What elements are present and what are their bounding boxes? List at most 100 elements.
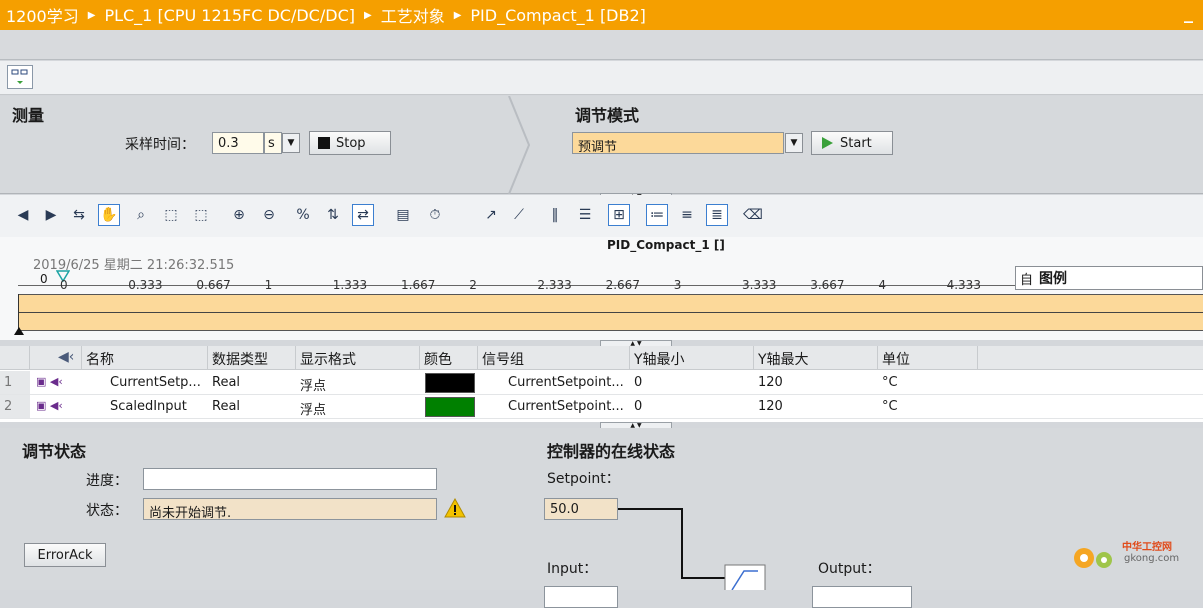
step-line-icon[interactable]: ⟋ [508, 204, 530, 226]
watermark-url: gkong.com [1124, 553, 1180, 564]
minimize-button[interactable]: _ [1184, 3, 1193, 24]
breadcrumb-plc[interactable]: PLC_1 [CPU 1215FC DC/DC/DC] [104, 6, 355, 25]
cell-ymax[interactable]: 120 [754, 395, 878, 419]
stop-square-icon [318, 137, 330, 149]
cell-type[interactable]: Real [208, 371, 296, 395]
cursor-anchor-icon [14, 327, 24, 335]
x-axis-100-icon[interactable]: ⇄ [352, 204, 374, 226]
cell-format[interactable]: 浮点 [296, 371, 420, 395]
cell-name[interactable]: ScaledInput [82, 395, 208, 419]
stop-button[interactable]: Stop [309, 131, 391, 155]
y-axis-100-icon[interactable]: ⇅ [322, 204, 344, 226]
cell-ymin[interactable]: 0 [630, 395, 754, 419]
header-unit[interactable]: 单位 [878, 346, 978, 370]
zoom-x-icon[interactable]: ⬚ [160, 204, 182, 226]
align-left-icon[interactable]: ≡ [676, 204, 698, 226]
eraser-icon[interactable]: ⌫ [742, 204, 764, 226]
x-tick-label: 1.333 [332, 278, 368, 292]
error-ack-button[interactable]: ErrorAck [24, 543, 106, 567]
tuning-mode-title: 调节模式 [575, 106, 640, 125]
title-bar: 1200学习 ▶ PLC_1 [CPU 1215FC DC/DC/DC] ▶ 工… [0, 0, 1203, 30]
header-ymax[interactable]: Y轴最大 [754, 346, 878, 370]
tuning-mode-dropdown-button[interactable]: ▼ [785, 133, 803, 153]
x-tick-label: 4.333 [946, 278, 981, 292]
cell-group[interactable]: CurrentSetpoint... [478, 395, 630, 419]
legend-list-icon[interactable]: ≔ [646, 204, 668, 226]
color-swatch[interactable] [425, 397, 475, 417]
sample-time-unit: s [264, 132, 282, 154]
split-vertical-icon[interactable]: ‖ [544, 204, 566, 226]
pan-hand-icon[interactable]: ✋ [98, 204, 120, 226]
start-button-label: Start [840, 135, 872, 151]
setpoint-label: Setpoint： [547, 471, 620, 487]
header-datatype[interactable]: 数据类型 [208, 346, 296, 370]
zoom-100-icon[interactable]: % [292, 204, 314, 226]
legend-title: 图例 [1039, 271, 1068, 287]
cell-group[interactable]: CurrentSetpoint... [478, 371, 630, 395]
cursor-line [18, 312, 1203, 313]
watermark-text: 中华工控网 [1122, 542, 1172, 553]
cell-name[interactable]: CurrentSetp... [82, 371, 208, 395]
cell-index[interactable]: 1 [0, 371, 30, 395]
legend-pin-icon[interactable]: 自 [1020, 269, 1033, 288]
breadcrumb-tech-objects[interactable]: 工艺对象 [381, 3, 445, 27]
x-tick-label: 0 [60, 278, 68, 292]
tuning-mode-select[interactable]: 预调节 [572, 132, 784, 155]
fit-icon[interactable]: ⊞ [608, 204, 630, 226]
align-right-icon[interactable]: ≣ [706, 204, 728, 226]
header-filler [978, 346, 1203, 370]
zoom-in-icon[interactable]: ⊕ [228, 204, 250, 226]
stop-button-label: Stop [336, 135, 366, 151]
cell-unit[interactable]: °C [878, 395, 978, 419]
breadcrumb-pid[interactable]: PID_Compact_1 [DB2] [470, 6, 646, 25]
header-name[interactable]: 名称 [82, 346, 208, 370]
monitor-toggle-button[interactable] [7, 65, 33, 89]
zoom-out-icon[interactable]: ⊖ [258, 204, 280, 226]
status-label: 状态： [86, 503, 128, 519]
x-tick-label: 0.333 [128, 278, 163, 292]
line-style-icon[interactable]: ↗ [480, 204, 502, 226]
output-value [812, 586, 912, 608]
header-icon-col: ◀‹ [30, 346, 82, 370]
breadcrumb-project[interactable]: 1200学习 [6, 3, 79, 27]
header-strip [0, 30, 1203, 60]
gear-logo-icon [1074, 548, 1112, 568]
progress-label: 进度： [86, 473, 128, 489]
x-tick-label: 2 [469, 278, 477, 292]
cell-type[interactable]: Real [208, 395, 296, 419]
play-icon [822, 137, 833, 149]
back-icon[interactable]: ◀ [12, 204, 34, 226]
signal-type-icon: ▣ ◀‹ [32, 395, 82, 419]
split-horizontal-icon[interactable]: ☰ [574, 204, 596, 226]
cell-ymin[interactable]: 0 [630, 371, 754, 395]
sample-time-label: 采样时间： [125, 137, 195, 153]
header-format[interactable]: 显示格式 [296, 346, 420, 370]
glasses-icon [11, 69, 28, 84]
header-signal-group[interactable]: 信号组 [478, 346, 630, 370]
forward-icon[interactable]: ▶ [40, 204, 62, 226]
sample-time-input[interactable]: 0.3 [212, 132, 264, 154]
time-scale-icon[interactable]: ⏱ [424, 204, 446, 226]
breadcrumb-separator-icon: ▶ [363, 9, 372, 21]
cell-index[interactable]: 2 [0, 395, 30, 419]
chevron-down-icon: ▼ [287, 138, 295, 148]
zoom-y-icon[interactable]: ⬚ [190, 204, 212, 226]
chart-view-icon[interactable]: ▤ [392, 204, 414, 226]
cursor-icon[interactable]: ⇆ [68, 204, 90, 226]
start-button[interactable]: Start [811, 131, 893, 155]
cell-unit[interactable]: °C [878, 371, 978, 395]
legend-panel[interactable]: 自 图例 [1015, 266, 1203, 290]
y-axis-label: 0 [40, 272, 48, 286]
zoom-select-icon[interactable]: ⌕ [130, 204, 152, 226]
header-color[interactable]: 颜色 [420, 346, 478, 370]
cell-ymax[interactable]: 120 [754, 371, 878, 395]
header-ymin[interactable]: Y轴最小 [630, 346, 754, 370]
breadcrumb-separator-icon: ▶ [453, 9, 462, 21]
signal-type-icon: ▣ ◀‹ [32, 371, 82, 395]
watermark-logo: 中华工控网 gkong.com [1068, 536, 1193, 576]
color-swatch[interactable] [425, 373, 475, 393]
measure-title: 测量 [12, 106, 45, 125]
setpoint-value: 50.0 [544, 498, 618, 520]
unit-dropdown-button[interactable]: ▼ [282, 133, 300, 153]
cell-format[interactable]: 浮点 [296, 395, 420, 419]
